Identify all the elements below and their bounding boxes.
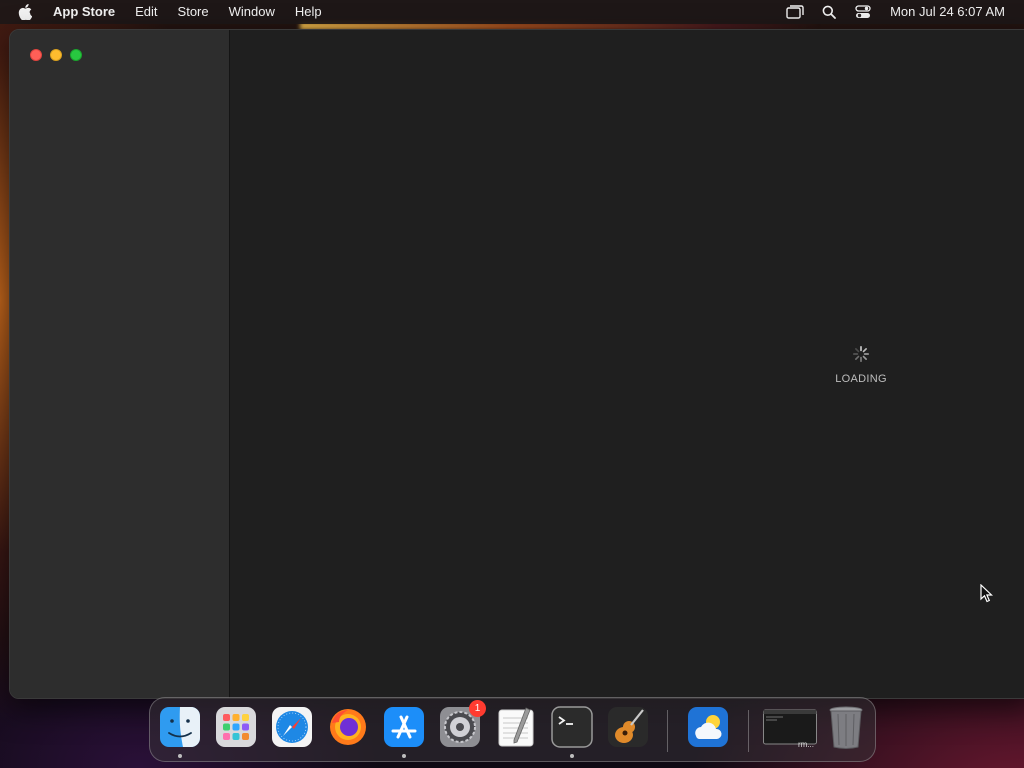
dock-item-firefox[interactable] <box>326 704 370 750</box>
terminal-window-thumbnail-label: rm... <box>798 740 814 749</box>
window-controls <box>30 49 82 61</box>
mouse-pointer-icon <box>980 584 993 603</box>
loading-label: LOADING <box>835 373 887 385</box>
dock-item-app-store[interactable] <box>382 704 426 758</box>
menu-bar-clock[interactable]: Mon Jul 24 6:07 AM <box>880 0 1024 24</box>
app-store-window: LOADING <box>9 29 1024 699</box>
minimize-button[interactable] <box>50 49 62 61</box>
dock: 1 rm... <box>149 697 876 762</box>
weather-icon <box>688 707 728 747</box>
maximize-button[interactable] <box>70 49 82 61</box>
menu-bar-status-area: Mon Jul 24 6:07 AM <box>778 0 1024 24</box>
dock-item-finder[interactable] <box>158 704 202 758</box>
dock-item-safari[interactable] <box>270 704 314 750</box>
dock-item-trash[interactable] <box>824 704 868 750</box>
control-center-icon[interactable] <box>846 0 880 24</box>
spinner-icon <box>852 345 870 363</box>
dock-item-garageband[interactable] <box>606 704 650 750</box>
running-indicator <box>178 754 182 758</box>
close-button[interactable] <box>30 49 42 61</box>
menu-bar: App Store Edit Store Window Help Mon Jul… <box>0 0 1024 24</box>
menu-store[interactable]: Store <box>168 0 219 24</box>
menu-edit[interactable]: Edit <box>125 0 167 24</box>
dock-separator <box>667 710 668 752</box>
app-store-icon <box>384 707 424 747</box>
terminal-icon <box>551 706 593 748</box>
launchpad-icon <box>216 707 256 747</box>
menu-window[interactable]: Window <box>219 0 285 24</box>
dock-item-terminal-window[interactable]: rm... <box>762 704 818 750</box>
running-indicator <box>570 754 574 758</box>
sidebar <box>10 30 230 698</box>
search-icon[interactable] <box>812 0 846 24</box>
safari-icon <box>272 707 312 747</box>
notification-badge: 1 <box>469 700 486 717</box>
dock-item-weather[interactable] <box>686 704 730 750</box>
menu-app-name[interactable]: App Store <box>53 0 125 24</box>
dock-item-system-settings[interactable]: 1 <box>438 700 486 750</box>
menu-help[interactable]: Help <box>285 0 332 24</box>
apple-logo-icon[interactable] <box>18 4 40 20</box>
loading-indicator: LOADING <box>826 345 896 387</box>
finder-icon <box>160 707 200 747</box>
textedit-icon <box>498 707 534 747</box>
dock-item-textedit[interactable] <box>494 704 538 750</box>
dock-item-terminal[interactable] <box>550 704 594 758</box>
firefox-icon <box>330 709 366 745</box>
screen-mirroring-icon[interactable] <box>778 0 812 24</box>
garageband-icon <box>608 707 648 747</box>
dock-separator <box>748 710 749 752</box>
dock-item-launchpad[interactable] <box>214 704 258 750</box>
main-content: LOADING <box>231 30 1024 698</box>
trash-icon <box>829 706 863 749</box>
running-indicator <box>402 754 406 758</box>
